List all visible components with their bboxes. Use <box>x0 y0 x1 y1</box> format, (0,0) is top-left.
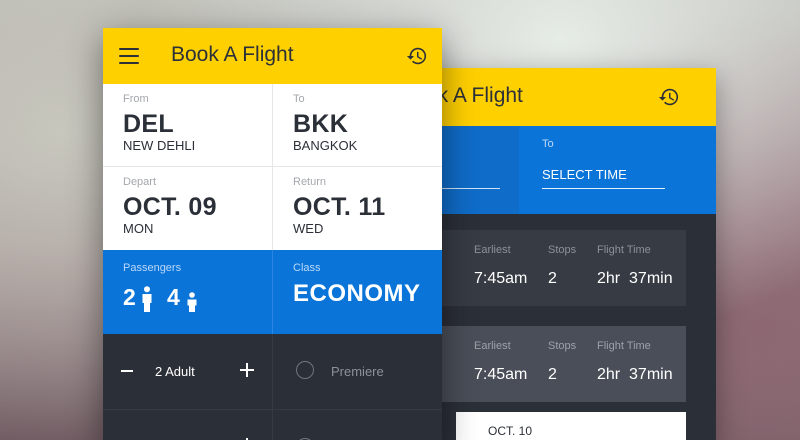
from-time-underline <box>436 188 500 189</box>
premiere-radio[interactable] <box>296 361 314 379</box>
divider <box>272 250 273 334</box>
passengers-label: Passengers <box>123 262 182 274</box>
date-card[interactable]: OCT. 10 <box>456 412 686 440</box>
adult-stepper-label: 2 Adult <box>155 364 195 379</box>
earliest-value: 7:45am <box>474 270 528 287</box>
return-label: Return <box>293 176 327 188</box>
depart-field[interactable]: Depart OCT. 09 MON <box>103 167 272 250</box>
earliest-value: 7:45am <box>474 366 528 383</box>
route-and-dates-panel: From DEL NEW DEHLI To BKK BANGKOK Depart… <box>103 84 442 250</box>
adult-count[interactable]: 2 <box>123 284 136 311</box>
select-time-underline <box>542 188 665 189</box>
results-list: Earliest 7:45am Stops 2 Flight Time 2hr … <box>396 214 716 440</box>
depart-date: OCT. 09 <box>123 193 217 221</box>
adult-person-icon <box>142 286 152 312</box>
return-date: OCT. 11 <box>293 193 386 221</box>
return-day: WED <box>293 221 324 236</box>
stops-label: Stops <box>548 244 577 256</box>
depart-label: Depart <box>123 176 157 188</box>
child-person-icon <box>187 292 197 312</box>
stops-label: Stops <box>548 340 577 352</box>
return-field[interactable]: Return OCT. 11 WED <box>273 167 442 250</box>
child-count[interactable]: 4 <box>167 284 180 311</box>
to-airport-code: BKK <box>293 110 349 138</box>
result-card[interactable]: Earliest 7:45am Stops 2 Flight Time 2hr … <box>436 230 686 306</box>
to-city: BANGKOK <box>293 138 358 153</box>
date-card-label: OCT. 10 <box>488 424 533 438</box>
class-label: Class <box>293 262 321 274</box>
flight-results-screen: ok A Flight To SELECT TIME Earliest 7:45… <box>396 68 716 440</box>
earliest-label: Earliest <box>474 340 511 352</box>
stops-value: 2 <box>548 366 557 383</box>
divider <box>272 84 273 250</box>
passengers-class-panel: Passengers 2 4 Class ECONOMY <box>103 250 442 334</box>
flight-time-value: 2hr 37min <box>597 270 673 287</box>
page-title: Book A Flight <box>171 43 294 66</box>
time-filter-bar: To SELECT TIME <box>396 126 716 214</box>
flight-time-label: Flight Time <box>597 244 651 256</box>
hamburger-icon[interactable] <box>119 48 139 64</box>
from-city: NEW DEHLI <box>123 138 196 153</box>
to-label: To <box>293 93 305 105</box>
history-icon[interactable] <box>406 45 428 67</box>
stops-value: 2 <box>548 270 557 287</box>
select-time-field[interactable]: SELECT TIME <box>542 167 627 182</box>
divider <box>272 334 273 440</box>
result-card[interactable]: Earliest 7:45am Stops 2 Flight Time 2hr … <box>436 326 686 402</box>
minus-icon[interactable] <box>121 370 133 372</box>
class-value[interactable]: ECONOMY <box>293 280 421 308</box>
divider <box>103 409 442 410</box>
to-field[interactable]: To BKK BANGKOK <box>273 84 442 167</box>
results-header: ok A Flight <box>396 68 716 126</box>
options-panel: 2 Adult Premiere <box>103 334 442 440</box>
flight-time-label: Flight Time <box>597 340 651 352</box>
flight-time-value: 2hr 37min <box>597 366 673 383</box>
app-header: Book A Flight <box>103 28 442 84</box>
from-field[interactable]: From DEL NEW DEHLI <box>103 84 272 167</box>
to-time-label: To <box>542 138 554 150</box>
from-airport-code: DEL <box>123 110 174 138</box>
earliest-label: Earliest <box>474 244 511 256</box>
from-label: From <box>123 93 149 105</box>
history-icon[interactable] <box>658 86 680 108</box>
premiere-label: Premiere <box>331 364 384 379</box>
divider <box>103 166 442 167</box>
book-flight-screen: Book A Flight From DEL NEW DEHLI To BKK … <box>103 28 442 440</box>
depart-day: MON <box>123 221 154 236</box>
plus-icon[interactable] <box>240 363 254 377</box>
